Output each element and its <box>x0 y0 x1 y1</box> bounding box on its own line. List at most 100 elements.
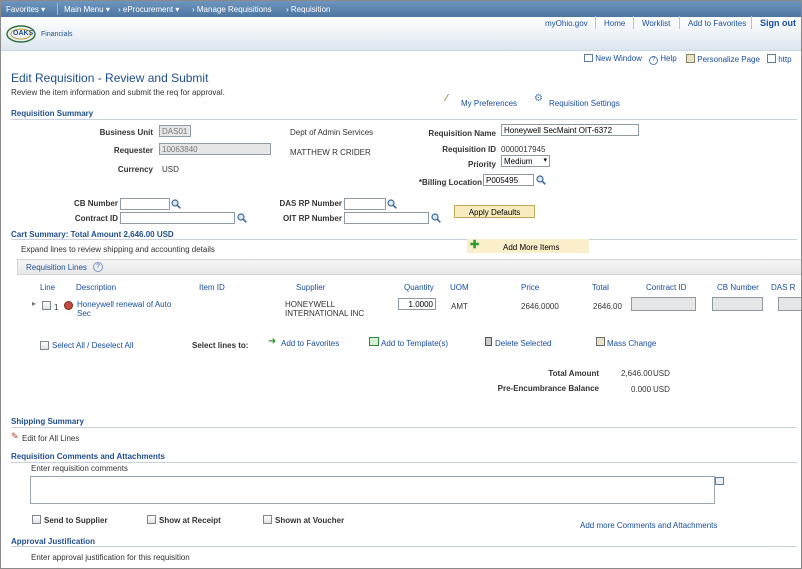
search-icon[interactable] <box>171 199 181 209</box>
header-link-home[interactable]: Home <box>604 19 625 28</box>
line-description-link-cont[interactable]: Sec <box>77 309 91 318</box>
cb-number-input[interactable] <box>120 198 170 210</box>
logo-subtext: Financials <box>41 31 73 38</box>
business-unit-label: Business Unit <box>99 128 153 137</box>
requisition-lines-heading: Requisition Lines <box>26 263 87 272</box>
section-divider <box>11 462 797 463</box>
table-row: ▸ 1 Honeywell renewal of Auto Sec HONEYW… <box>1 294 801 324</box>
total-value: 2646.00 <box>593 302 622 311</box>
business-unit-description: Dept of Admin Services <box>290 128 374 137</box>
help-label: Help <box>660 54 677 63</box>
delete-selected-link[interactable]: Delete Selected <box>495 339 551 348</box>
top-nav-bar: Favorites ▾ Main Menu ▾ › eProcurement ▾… <box>1 1 801 17</box>
add-to-templates-link[interactable]: Add to Template(s) <box>381 339 448 348</box>
search-icon[interactable] <box>431 213 441 223</box>
header-divider <box>633 16 634 29</box>
pre-encumbrance-label: Pre-Encumbrance Balance <box>497 384 599 393</box>
nav-main-menu-label: Main Menu <box>64 5 104 14</box>
header-link-myohio[interactable]: myOhio.gov <box>545 19 588 28</box>
requisition-id-value: 0000017945 <box>501 145 546 154</box>
add-to-template-icon <box>369 337 379 346</box>
column-header-price: Price <box>521 283 540 292</box>
cart-summary-heading: Cart Summary: Total Amount 2,646.00 USD <box>11 230 174 239</box>
logo-text: OAKS <box>13 30 34 37</box>
line-select-checkbox[interactable] <box>42 301 51 310</box>
requisition-name-label: Requisition Name <box>428 129 496 138</box>
priority-label: Priority <box>467 160 496 169</box>
wand-icon: ⁄ <box>446 93 448 104</box>
add-to-favorites-link[interactable]: Add to Favorites <box>281 339 339 348</box>
new-window-link[interactable]: New Window <box>584 54 642 63</box>
das-rp-number-input[interactable] <box>344 198 386 210</box>
price-value: 2646.0000 <box>521 302 559 311</box>
edit-for-all-lines-link[interactable]: Edit for All Lines <box>22 434 79 443</box>
nav-requisition[interactable]: › Requisition <box>286 5 330 14</box>
requisition-settings-link[interactable]: Requisition Settings <box>549 99 620 108</box>
nav-manage-requisitions-label: Manage Requisitions <box>196 5 272 14</box>
business-unit-field: DAS01 <box>159 125 191 137</box>
dropdown-arrow-icon: ▾ <box>543 157 547 164</box>
uom-value: AMT <box>451 302 468 311</box>
currency-value: USD <box>162 165 179 174</box>
header-link-worklist[interactable]: Worklist <box>642 19 670 28</box>
quantity-input[interactable]: 1.0000 <box>398 298 436 310</box>
select-all-checkbox[interactable] <box>40 341 49 350</box>
select-all-link[interactable]: Select All / Deselect All <box>52 341 133 350</box>
priority-select[interactable]: Medium ▾ <box>501 155 550 167</box>
expand-textarea-icon[interactable] <box>715 477 724 485</box>
apply-defaults-button[interactable]: Apply Defaults <box>454 205 535 218</box>
requisition-id-label: Requisition ID <box>442 145 496 154</box>
add-more-items-button[interactable]: ✚ Add More Items <box>467 239 589 253</box>
comments-textarea[interactable] <box>30 476 715 504</box>
column-header-cb-number: CB Number <box>717 283 759 292</box>
shown-at-voucher-checkbox[interactable] <box>263 515 272 524</box>
personalize-page-link[interactable]: Personalize Page <box>686 54 760 64</box>
search-icon[interactable] <box>237 213 247 223</box>
send-to-supplier-checkbox[interactable] <box>32 515 41 524</box>
line-description-link[interactable]: Honeywell renewal of Auto <box>77 300 171 309</box>
chevron-down-icon: ▾ <box>175 5 180 14</box>
oaks-logo: OAKS Financials <box>5 24 75 44</box>
nav-divider <box>57 3 58 15</box>
oit-rp-number-input[interactable] <box>344 212 429 224</box>
column-header-item-id: Item ID <box>199 283 225 292</box>
nav-main-menu[interactable]: Main Menu ▾ <box>64 5 110 14</box>
column-header-quantity: Quantity <box>404 283 434 292</box>
search-icon[interactable] <box>387 199 397 209</box>
my-preferences-link[interactable]: My Preferences <box>461 99 517 108</box>
trash-icon <box>485 337 492 346</box>
approval-justification-heading: Approval Justification <box>11 537 96 546</box>
nav-eprocurement[interactable]: › eProcurement ▾ <box>118 5 179 14</box>
nav-favorites[interactable]: Favorites ▾ <box>6 5 45 14</box>
requisition-page: Favorites ▾ Main Menu ▾ › eProcurement ▾… <box>0 0 802 569</box>
help-icon[interactable]: ? <box>93 262 103 272</box>
requisition-lines-header: Requisition Lines ? <box>17 259 801 275</box>
help-link[interactable]: ? Help <box>649 54 677 65</box>
expand-lines-text: Expand lines to review shipping and acco… <box>21 245 215 254</box>
header-divider <box>751 16 752 29</box>
sign-out-link[interactable]: Sign out <box>760 18 796 28</box>
add-to-favorites-icon: ➜ <box>268 336 277 347</box>
item-detail-icon[interactable] <box>64 301 73 310</box>
mass-change-icon <box>596 337 605 346</box>
add-more-comments-link[interactable]: Add more Comments and Attachments <box>580 521 717 530</box>
column-header-das-rp: DAS R <box>771 283 796 292</box>
pencil-icon: ✎ <box>11 431 19 441</box>
expand-triangle-icon[interactable]: ▸ <box>32 299 36 308</box>
requisition-name-input[interactable]: Honeywell SecMaint OIT-6372 <box>501 124 639 136</box>
header-link-add-to-favorites[interactable]: Add to Favorites <box>688 19 746 28</box>
column-header-description: Description <box>76 283 117 292</box>
http-link[interactable]: http <box>767 54 792 64</box>
section-divider <box>11 427 797 428</box>
shipping-summary-heading: Shipping Summary <box>11 417 84 426</box>
currency-label: Currency <box>117 165 153 174</box>
contract-id-input[interactable] <box>120 212 235 224</box>
billing-location-label: *Billing Location <box>418 178 482 187</box>
page-subtitle: Review the item information and submit t… <box>11 88 225 97</box>
search-icon[interactable] <box>536 175 546 185</box>
show-at-receipt-checkbox[interactable] <box>147 515 156 524</box>
nav-manage-requisitions[interactable]: › Manage Requisitions <box>192 5 272 14</box>
mass-change-link[interactable]: Mass Change <box>607 339 656 348</box>
billing-location-input[interactable]: P005495 <box>483 174 534 186</box>
section-divider <box>11 546 797 547</box>
